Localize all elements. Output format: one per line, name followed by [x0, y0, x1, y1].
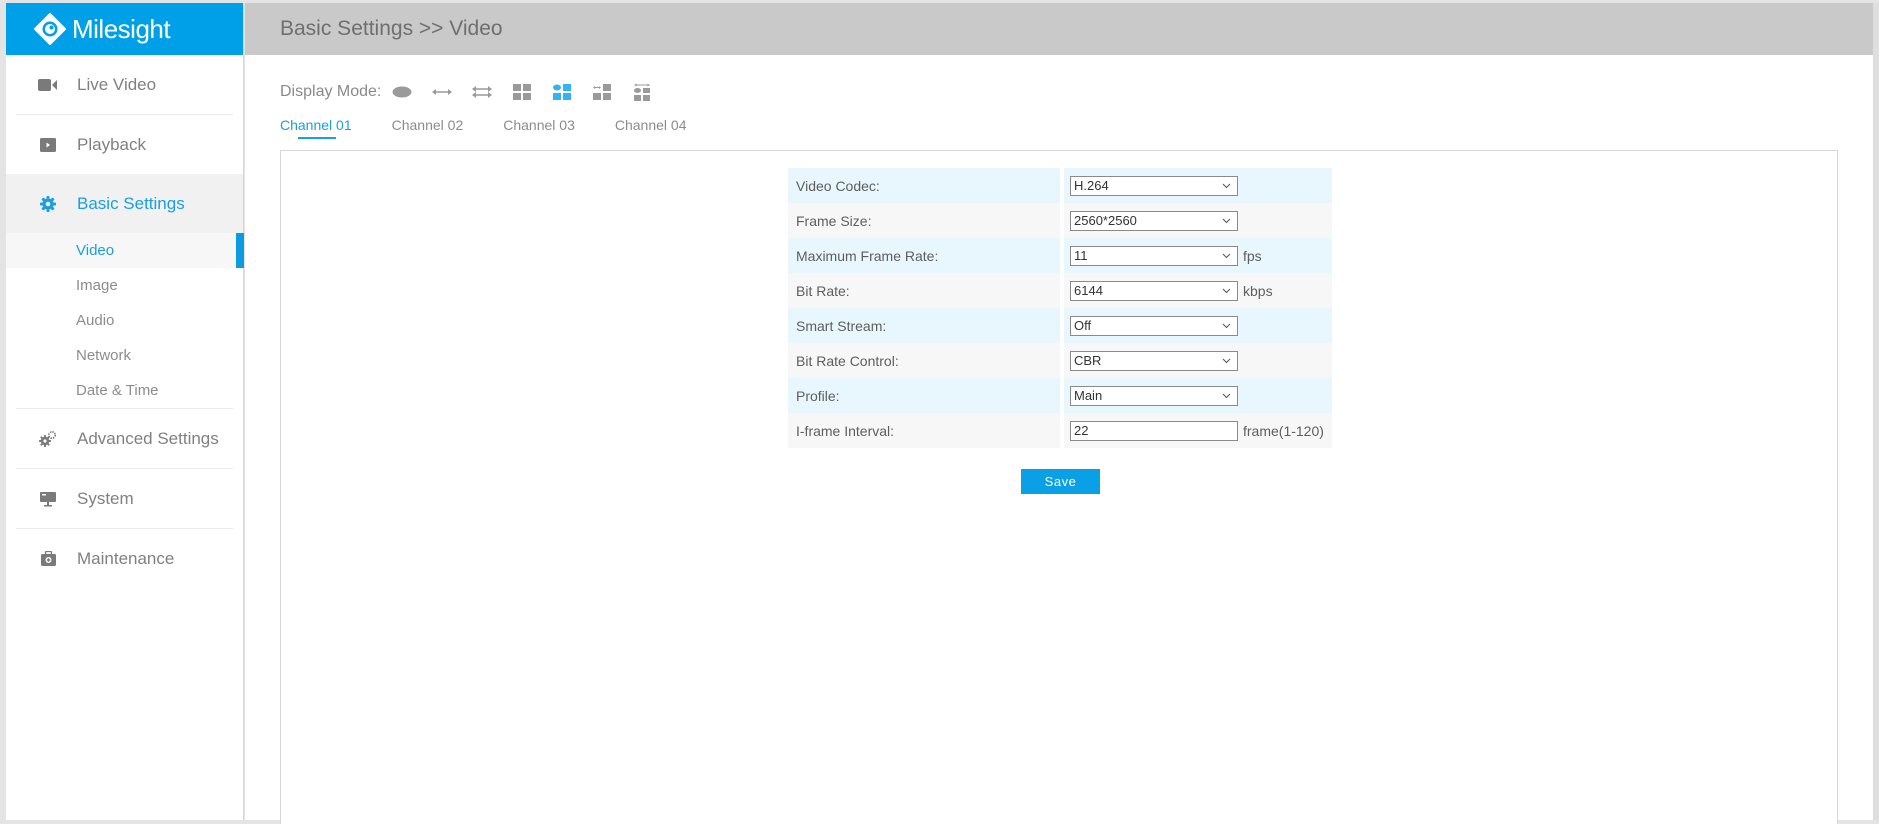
panorama-plus-3-mode-icon[interactable] — [591, 83, 613, 101]
form-row-frame-size: Frame Size: 2560*2560 — [788, 203, 1332, 238]
logo-bar: Milesight — [6, 3, 243, 55]
smart-stream-select[interactable]: Off — [1070, 315, 1238, 336]
video-settings-panel: Video Codec: H.264 Frame Size: 2560*2560 — [280, 150, 1838, 824]
breadcrumb: Basic Settings >> Video — [280, 17, 503, 40]
form-row-bit-rate: Bit Rate: 6144 kbps — [788, 273, 1332, 308]
tab-channel-01[interactable]: Channel 01 — [280, 115, 352, 139]
form-row-max-frame-rate: Maximum Frame Rate: 11 fps — [788, 238, 1332, 273]
sidebar-subitem-date-time[interactable]: Date & Time — [6, 373, 243, 408]
sidebar-item-advanced-settings[interactable]: Advanced Settings — [6, 409, 243, 468]
sidebar-item-label: Basic Settings — [77, 193, 185, 213]
sidebar-subitem-network[interactable]: Network — [6, 338, 243, 373]
gear-icon — [38, 194, 58, 214]
frame-size-select[interactable]: 2560*2560 — [1070, 210, 1238, 231]
brand-name: Milesight — [72, 13, 171, 44]
form-row-profile: Profile: Main — [788, 378, 1332, 413]
bit-rate-control-value: CBR — [1074, 353, 1102, 368]
max-frame-rate-cell: 11 fps — [1064, 238, 1332, 273]
smart-stream-label: Smart Stream: — [788, 308, 1060, 343]
iframe-interval-input[interactable] — [1070, 420, 1238, 441]
main-content: Basic Settings >> Video Display Mode: Ch… — [245, 3, 1873, 824]
fisheye-mode-icon[interactable] — [391, 83, 413, 101]
form-row-smart-stream: Smart Stream: Off — [788, 308, 1332, 343]
profile-value: Main — [1074, 388, 1103, 403]
smart-stream-cell: Off — [1064, 308, 1332, 343]
bit-rate-control-label: Bit Rate Control: — [788, 343, 1060, 378]
sidebar-item-playback[interactable]: Playback — [6, 115, 243, 174]
bit-rate-control-select[interactable]: CBR — [1070, 350, 1238, 371]
panorama-mode-icon[interactable] — [431, 83, 453, 101]
monitor-icon — [38, 489, 58, 509]
sidebar-item-system[interactable]: System — [6, 469, 243, 528]
sidebar-subitem-video[interactable]: Video — [6, 233, 244, 268]
profile-cell: Main — [1064, 378, 1332, 413]
sidebar-item-label: Maintenance — [77, 548, 175, 568]
tab-channel-04[interactable]: Channel 04 — [615, 115, 687, 139]
sidebar-item-label: Live Video — [77, 74, 157, 94]
play-icon — [38, 135, 58, 155]
sidebar-item-label: System — [77, 488, 134, 508]
iframe-interval-cell: frame(1-120) — [1064, 413, 1332, 448]
chevron-down-icon — [1222, 218, 1231, 224]
sidebar-item-maintenance[interactable]: Maintenance — [6, 529, 243, 588]
tab-channel-02[interactable]: Channel 02 — [392, 115, 464, 139]
chevron-down-icon — [1222, 183, 1231, 189]
frame-size-cell: 2560*2560 — [1064, 203, 1332, 238]
double-panorama-mode-icon[interactable] — [471, 83, 493, 101]
video-settings-form: Video Codec: H.264 Frame Size: 2560*2560 — [788, 168, 1332, 448]
smart-stream-value: Off — [1074, 318, 1092, 333]
display-mode-bar: Display Mode: — [280, 81, 671, 103]
bit-rate-cell: 6144 kbps — [1064, 273, 1332, 308]
form-row-iframe-interval: I-frame Interval: frame(1-120) — [788, 413, 1332, 448]
gears-icon — [38, 429, 58, 449]
form-row-video-codec: Video Codec: H.264 — [788, 168, 1332, 203]
bit-rate-value: 6144 — [1074, 283, 1103, 298]
chevron-down-icon — [1222, 358, 1231, 364]
fps-unit: fps — [1243, 247, 1262, 264]
video-codec-label: Video Codec: — [788, 168, 1060, 203]
chevron-down-icon — [1222, 253, 1231, 259]
chevron-down-icon — [1222, 288, 1231, 294]
chevron-down-icon — [1222, 393, 1231, 399]
fisheye-plus-3-mode-icon[interactable] — [551, 83, 573, 101]
frame-size-value: 2560*2560 — [1074, 213, 1137, 228]
iframe-interval-unit: frame(1-120) — [1243, 422, 1324, 439]
profile-select[interactable]: Main — [1070, 385, 1238, 406]
video-codec-cell: H.264 — [1064, 168, 1332, 203]
profile-label: Profile: — [788, 378, 1060, 413]
video-codec-select[interactable]: H.264 — [1070, 175, 1238, 196]
bit-rate-select[interactable]: 6144 — [1070, 280, 1238, 301]
quad-mode-icon[interactable] — [511, 83, 533, 101]
kbps-unit: kbps — [1243, 282, 1273, 299]
frame-size-label: Frame Size: — [788, 203, 1060, 238]
sidebar: Milesight Live Video Playback Basic Sett… — [6, 3, 244, 820]
display-mode-label: Display Mode: — [280, 83, 382, 100]
sidebar-item-basic-settings[interactable]: Basic Settings — [6, 174, 243, 233]
sidebar-subitem-audio[interactable]: Audio — [6, 303, 243, 338]
max-frame-rate-label: Maximum Frame Rate: — [788, 238, 1060, 273]
sidebar-item-live-video[interactable]: Live Video — [6, 55, 243, 114]
video-camera-icon — [38, 75, 58, 95]
toolbox-icon — [38, 549, 58, 569]
sidebar-item-label: Advanced Settings — [77, 428, 219, 448]
milesight-logo-icon — [34, 13, 66, 45]
sidebar-item-label: Playback — [77, 134, 146, 154]
video-codec-value: H.264 — [1074, 178, 1109, 193]
bit-rate-control-cell: CBR — [1064, 343, 1332, 378]
channel-tabs: Channel 01 Channel 02 Channel 03 Channel… — [280, 115, 727, 139]
bit-rate-label: Bit Rate: — [788, 273, 1060, 308]
save-button[interactable]: Save — [1021, 469, 1100, 494]
panorama-fisheye-plus-2-mode-icon[interactable] — [631, 83, 653, 101]
sidebar-subitem-image[interactable]: Image — [6, 268, 243, 303]
chevron-down-icon — [1222, 323, 1231, 329]
form-row-bit-rate-control: Bit Rate Control: CBR — [788, 343, 1332, 378]
max-frame-rate-value: 11 — [1074, 248, 1088, 263]
header-bar: Basic Settings >> Video — [245, 3, 1873, 55]
max-frame-rate-select[interactable]: 11 — [1070, 245, 1238, 266]
tab-channel-03[interactable]: Channel 03 — [503, 115, 575, 139]
iframe-interval-label: I-frame Interval: — [788, 413, 1060, 448]
window-edge — [1873, 3, 1879, 820]
